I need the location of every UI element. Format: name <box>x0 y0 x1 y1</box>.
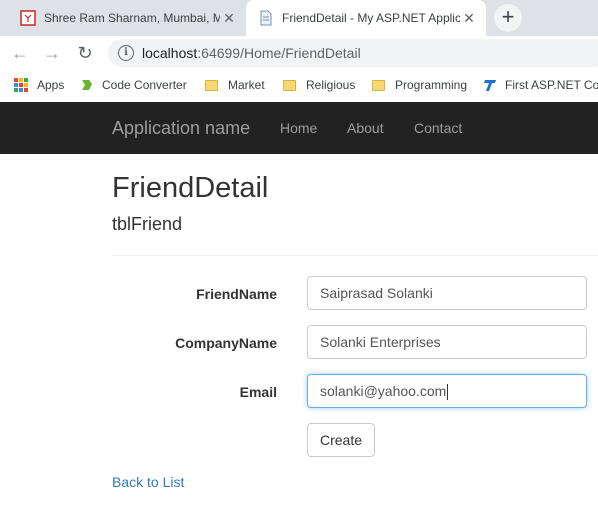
new-tab-button[interactable]: + <box>494 4 522 32</box>
divider <box>112 255 598 256</box>
bookmark-label: Programming <box>395 78 468 92</box>
reload-icon[interactable]: ↻ <box>73 41 97 65</box>
page-subtitle: tblFriend <box>112 214 183 234</box>
bookmark-code-converter[interactable]: Code Converter <box>80 76 187 94</box>
navbar-brand[interactable]: Application name <box>112 118 250 139</box>
apps-grid-icon <box>14 78 28 92</box>
bookmarks-bar: Apps Code Converter Market Religious Pro… <box>0 70 598 100</box>
back-arrow-icon[interactable]: ← <box>8 41 32 65</box>
tab-shree-ram-sharnam[interactable]: Shree Ram Sharnam, Mumbai, M ✕ <box>8 0 246 36</box>
tab-title: FriendDetail - My ASP.NET Applic <box>282 11 460 25</box>
email-label: Email <box>239 384 277 400</box>
tab-frienddetail[interactable]: FriendDetail - My ASP.NET Applic ✕ <box>246 0 486 36</box>
back-to-list-link[interactable]: Back to List <box>112 474 184 490</box>
bookmark-label: First ASP.NET Cor <box>505 78 598 92</box>
bookmark-label: Market <box>228 78 265 92</box>
text-caret <box>447 384 449 401</box>
page-favicon-icon <box>20 10 36 26</box>
close-tab-icon[interactable]: ✕ <box>460 10 478 27</box>
address-url: localhost:64699/Home/FriendDetail <box>142 45 361 61</box>
email-value: solanki@yahoo.com <box>320 383 447 399</box>
nav-link-home[interactable]: Home <box>280 120 317 136</box>
bookmark-label: Religious <box>306 78 356 92</box>
companyname-input[interactable]: Solanki Enterprises <box>307 325 587 359</box>
bookmark-apps[interactable]: Apps <box>14 76 64 94</box>
forward-arrow-icon[interactable]: → <box>40 41 64 65</box>
asp-net-icon <box>484 80 496 91</box>
url-path: :64699/Home/FriendDetail <box>197 45 361 61</box>
bookmark-market[interactable]: Market <box>205 76 265 94</box>
bookmark-label: Apps <box>37 78 65 92</box>
code-converter-icon <box>82 80 92 90</box>
friendname-label: FriendName <box>196 286 277 302</box>
close-tab-icon[interactable]: ✕ <box>220 10 238 27</box>
site-info-icon[interactable]: i <box>118 45 134 61</box>
browser-tab-strip: Shree Ram Sharnam, Mumbai, M ✕ FriendDet… <box>0 0 598 36</box>
bookmark-label: Code Converter <box>102 78 187 92</box>
site-navbar: Application name Home About Contact <box>0 102 598 154</box>
folder-icon <box>205 79 218 91</box>
nav-link-contact[interactable]: Contact <box>414 120 462 136</box>
companyname-value: Solanki Enterprises <box>320 334 441 350</box>
bookmark-programming[interactable]: Programming <box>372 76 467 94</box>
nav-link-about[interactable]: About <box>347 120 384 136</box>
email-input[interactable]: solanki@yahoo.com <box>307 374 587 408</box>
folder-icon <box>372 79 385 91</box>
friendname-value: Saiprasad Solanki <box>320 285 433 301</box>
page-title: FriendDetail <box>112 172 269 204</box>
bookmark-religious[interactable]: Religious <box>283 76 355 94</box>
tab-title: Shree Ram Sharnam, Mumbai, M <box>44 11 220 25</box>
document-icon <box>260 10 272 26</box>
bookmark-first-asp-net[interactable]: First ASP.NET Cor <box>483 76 598 94</box>
companyname-label: CompanyName <box>175 335 277 351</box>
url-host: localhost <box>142 45 198 61</box>
address-bar[interactable]: i localhost:64699/Home/FriendDetail <box>108 39 598 67</box>
browser-toolbar: ← → ↻ i localhost:64699/Home/FriendDetai… <box>0 36 598 70</box>
friendname-input[interactable]: Saiprasad Solanki <box>307 276 587 310</box>
folder-icon <box>283 79 296 91</box>
create-button[interactable]: Create <box>307 423 375 457</box>
